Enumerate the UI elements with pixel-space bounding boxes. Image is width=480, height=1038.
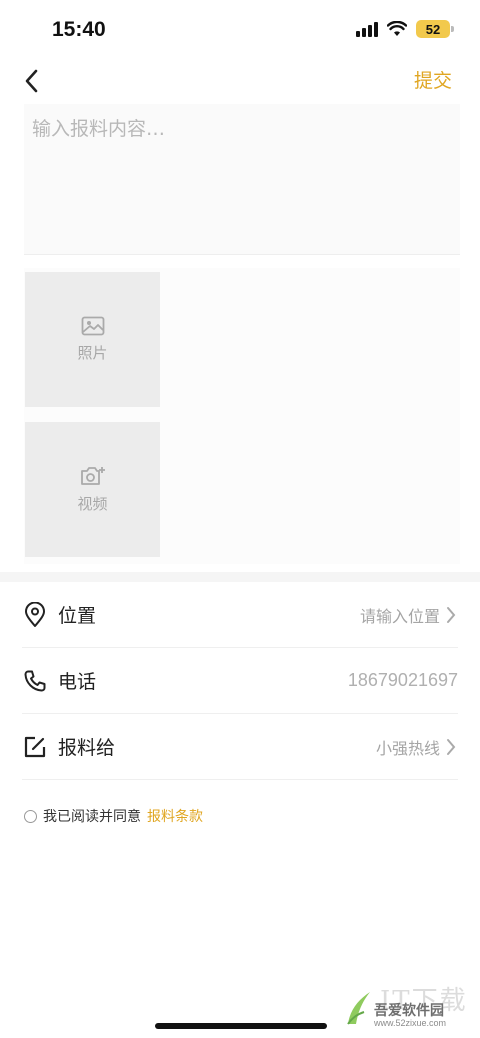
location-placeholder: 请输入位置 (359, 606, 440, 626)
terms-link[interactable]: 报料条款 (147, 806, 203, 826)
chevron-right-icon (447, 738, 456, 755)
add-photo-button[interactable]: 照片 (25, 272, 160, 407)
report-content-input[interactable] (24, 104, 460, 254)
divider (24, 254, 460, 255)
agreement: 我已阅读并同意 报料条款 (24, 806, 203, 826)
edit-icon (24, 736, 46, 757)
phone-number: 18679021697 (347, 670, 458, 690)
status-time: 15:40 (52, 18, 106, 41)
info-list: 位置 请输入位置 电话 18679021697 报料给 小强热线 (0, 582, 480, 780)
report-to-row[interactable]: 报料给 小强热线 (22, 714, 458, 780)
battery-icon: 52 (416, 20, 454, 38)
home-indicator (155, 1023, 327, 1029)
signal-icon (356, 21, 378, 37)
chevron-right-icon (447, 606, 456, 623)
phone-row[interactable]: 电话 18679021697 (22, 648, 458, 714)
phone-icon (24, 670, 46, 691)
image-icon (81, 316, 104, 336)
wifi-icon (387, 21, 407, 36)
location-row[interactable]: 位置 请输入位置 (22, 582, 458, 648)
report-to-target: 小强热线 (375, 738, 440, 758)
watermark-logo-icon (347, 992, 370, 1025)
status-icons: 52 (356, 20, 454, 38)
status-bar: 15:40 52 (0, 0, 480, 62)
agreement-text: 我已阅读并同意 (43, 809, 141, 825)
location-value: 请输入位置 (360, 603, 458, 627)
add-video-button[interactable]: 视频 (25, 422, 160, 557)
agree-radio[interactable] (24, 809, 37, 823)
photo-label: 照片 (77, 344, 108, 362)
phone-value: 18679021697 (348, 670, 458, 691)
watermark-url: www.52zixue.com (374, 1018, 447, 1028)
report-to-label: 报料给 (58, 737, 116, 759)
chevron-left-icon (25, 69, 38, 93)
submit-button[interactable]: 提交 (414, 66, 452, 93)
nav-bar: 提交 (0, 62, 480, 100)
video-label: 视频 (77, 495, 108, 513)
camera-plus-icon (80, 467, 105, 485)
back-button[interactable] (18, 66, 48, 96)
section-gap (0, 572, 480, 582)
watermark-name: 吾爱软件园 (374, 1003, 444, 1019)
location-pin-icon (25, 601, 45, 627)
report-to-value: 小强热线 (376, 735, 458, 759)
media-area: 照片 视频 (24, 268, 460, 564)
location-label: 位置 (58, 605, 97, 627)
watermark: IT下载 吾爱软件园 www.52zixue.com (344, 980, 474, 1030)
phone-label: 电话 (58, 671, 97, 693)
